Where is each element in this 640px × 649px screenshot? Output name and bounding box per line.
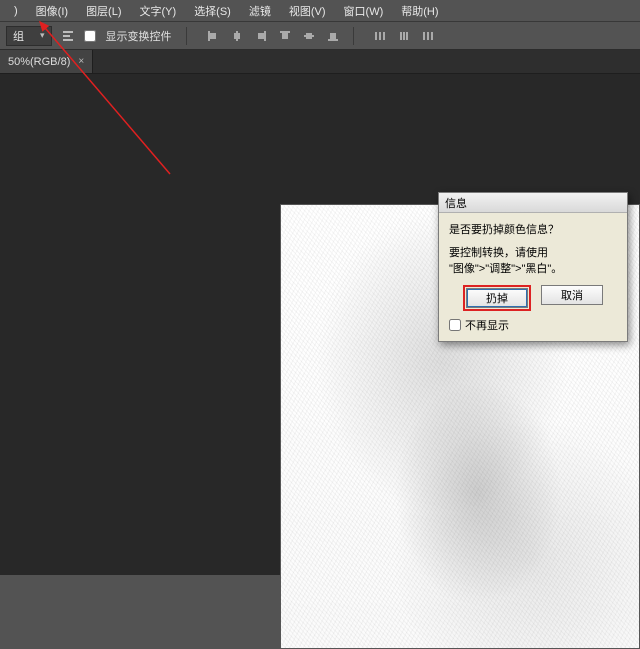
alignment-icons xyxy=(203,26,343,46)
menu-item-help[interactable]: 帮助(H) xyxy=(393,0,446,22)
align-top-icon[interactable] xyxy=(275,26,295,46)
align-icon[interactable] xyxy=(58,26,78,46)
chevron-down-icon: ▾ xyxy=(40,30,45,41)
dialog-message-1: 是否要扔掉颜色信息？ xyxy=(449,223,617,238)
cancel-button[interactable]: 取消 xyxy=(541,285,603,305)
menu-item-window[interactable]: 窗口(W) xyxy=(336,0,392,22)
show-transform-label: 显示变换控件 xyxy=(102,28,176,44)
align-right-icon[interactable] xyxy=(251,26,271,46)
menu-item-partial[interactable]: ) xyxy=(6,2,26,20)
align-vcenter-icon[interactable] xyxy=(299,26,319,46)
menubar: ) 图像(I) 图层(L) 文字(Y) 选择(S) 滤镜 视图(V) 窗口(W)… xyxy=(0,0,640,22)
menu-item-image[interactable]: 图像(I) xyxy=(28,0,76,22)
group-combo[interactable]: 组 ▾ xyxy=(6,26,52,46)
document-tab[interactable]: 50%(RGB/8) × xyxy=(0,50,93,73)
align-left-icon[interactable] xyxy=(203,26,223,46)
document-tab-title: 50%(RGB/8) xyxy=(8,56,70,68)
dist-hcenter-icon[interactable] xyxy=(394,26,414,46)
dont-show-checkbox[interactable] xyxy=(449,319,461,331)
separator xyxy=(186,27,187,45)
menu-item-layer[interactable]: 图层(L) xyxy=(78,0,129,22)
menu-item-select[interactable]: 选择(S) xyxy=(186,0,239,22)
discard-button[interactable]: 扔掉 xyxy=(466,288,528,308)
group-combo-label: 组 xyxy=(13,28,24,44)
primary-button-highlight: 扔掉 xyxy=(463,285,531,311)
align-bottom-icon[interactable] xyxy=(323,26,343,46)
dist-right-icon[interactable] xyxy=(418,26,438,46)
distribute-icons xyxy=(370,26,438,46)
dist-left-icon[interactable] xyxy=(370,26,390,46)
info-dialog: 信息 是否要扔掉颜色信息？ 要控制转换，请使用 "图像">"调整">"黑白"。 … xyxy=(438,192,628,342)
separator xyxy=(353,27,354,45)
align-hcenter-icon[interactable] xyxy=(227,26,247,46)
dialog-message-2: 要控制转换，请使用 "图像">"调整">"黑白"。 xyxy=(449,246,617,277)
show-transform-checkbox[interactable] xyxy=(84,30,96,42)
menu-item-type[interactable]: 文字(Y) xyxy=(132,0,185,22)
menu-item-view[interactable]: 视图(V) xyxy=(281,0,334,22)
options-bar: 组 ▾ 显示变换控件 xyxy=(0,22,640,50)
close-icon[interactable]: × xyxy=(78,56,84,67)
dont-show-label: 不再显示 xyxy=(465,317,509,333)
dialog-title: 信息 xyxy=(445,195,467,211)
menu-item-filter[interactable]: 滤镜 xyxy=(241,0,279,22)
dialog-titlebar[interactable]: 信息 xyxy=(439,193,627,213)
document-tabbar: 50%(RGB/8) × xyxy=(0,50,640,74)
